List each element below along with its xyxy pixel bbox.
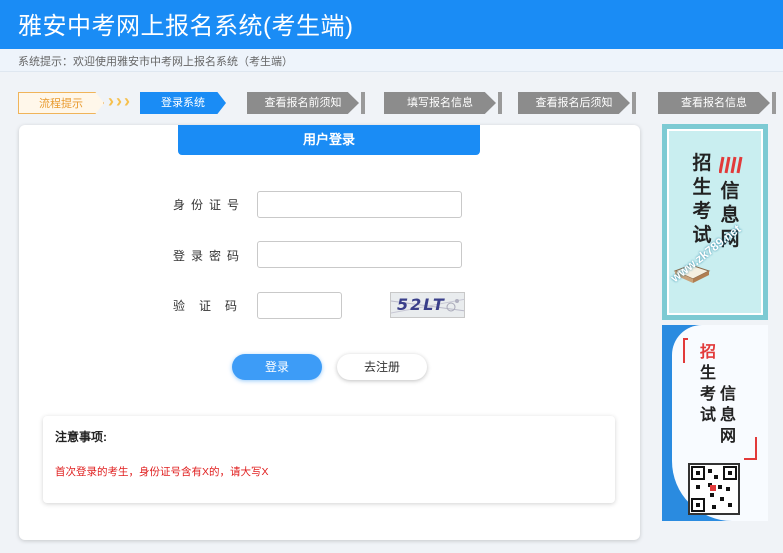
qr-code-icon xyxy=(688,463,740,515)
step-divider xyxy=(772,92,776,114)
step-post-notice: 查看报名后须知 xyxy=(518,92,630,114)
header: 雅安中考网上报名系统(考生端) xyxy=(0,0,783,49)
chevron-right-icon: › xyxy=(116,91,122,111)
ad-banner-frame: 招 生 考 试 信 息 网 xyxy=(667,129,763,315)
chevron-right-icon: › xyxy=(124,91,130,111)
ad-banner-zk789[interactable]: 招 生 考 试 信 息 网 www.zk789.net xyxy=(662,124,768,320)
ad-banner-qrcode[interactable]: 招 生 考 试 信 息 网 xyxy=(662,325,768,521)
step-divider xyxy=(632,92,636,114)
register-button[interactable]: 去注册 xyxy=(337,354,427,380)
captcha-input[interactable] xyxy=(257,292,342,319)
notice-box: 注意事项: 首次登录的考生，身份证号含有X的，请大写X xyxy=(43,416,615,503)
ad-text-kao: 考 xyxy=(692,200,712,222)
ad-text-zhao: 招 xyxy=(699,342,716,361)
tab-user-login[interactable]: 用户登录 xyxy=(178,125,480,155)
step-divider xyxy=(498,92,502,114)
ad-text-shi: 试 xyxy=(699,405,716,424)
step-view-info: 查看报名信息 xyxy=(658,92,770,114)
step-fill-info: 填写报名信息 xyxy=(384,92,496,114)
ad-text-xi: 息 xyxy=(719,405,736,424)
step-process-tip: 流程提示 xyxy=(18,92,104,114)
process-steps: 流程提示 › › › 登录系统 查看报名前须知 填写报名信息 查看报名后须知 查… xyxy=(0,86,783,116)
login-button[interactable]: 登录 xyxy=(232,354,322,380)
ad-text-wang: 网 xyxy=(719,426,736,445)
ad-text-xin: 信 xyxy=(720,180,740,202)
password-label: 登录密码 xyxy=(173,249,246,263)
chevron-right-icon: › xyxy=(108,91,114,111)
login-card: 用户登录 身份证号 登录密码 验证码 52LT 登录 去注册 注意事项: 首次登… xyxy=(19,125,640,540)
ad-text-kao: 考 xyxy=(699,384,716,403)
captcha-text: 52LT xyxy=(397,295,446,314)
step-login: 登录系统 xyxy=(140,92,226,114)
brand-logo-icon xyxy=(719,156,743,174)
step-pre-notice: 查看报名前须知 xyxy=(247,92,359,114)
ad-text-xin: 信 xyxy=(719,384,736,403)
ad-text-zhao: 招 xyxy=(692,152,712,174)
notice-text: 首次登录的考生，身份证号含有X的，请大写X xyxy=(55,466,269,478)
step-divider xyxy=(361,92,365,114)
id-number-label: 身份证号 xyxy=(173,198,246,212)
id-number-input[interactable] xyxy=(257,191,462,218)
password-input[interactable] xyxy=(257,241,462,268)
ad-text-sheng: 生 xyxy=(692,176,712,198)
captcha-label: 验证码 xyxy=(173,299,252,313)
page-title: 雅安中考网上报名系统(考生端) xyxy=(18,13,354,40)
system-notice-bar: 系统提示：欢迎使用雅安市中考网上报名系统（考生端） xyxy=(0,49,783,72)
ad-text-sheng: 生 xyxy=(699,363,716,382)
system-notice: 系统提示：欢迎使用雅安市中考网上报名系统（考生端） xyxy=(18,56,293,68)
ad-text-xi: 息 xyxy=(720,204,740,226)
captcha-image[interactable]: 52LT xyxy=(390,292,465,318)
notice-title: 注意事项: xyxy=(55,430,107,444)
